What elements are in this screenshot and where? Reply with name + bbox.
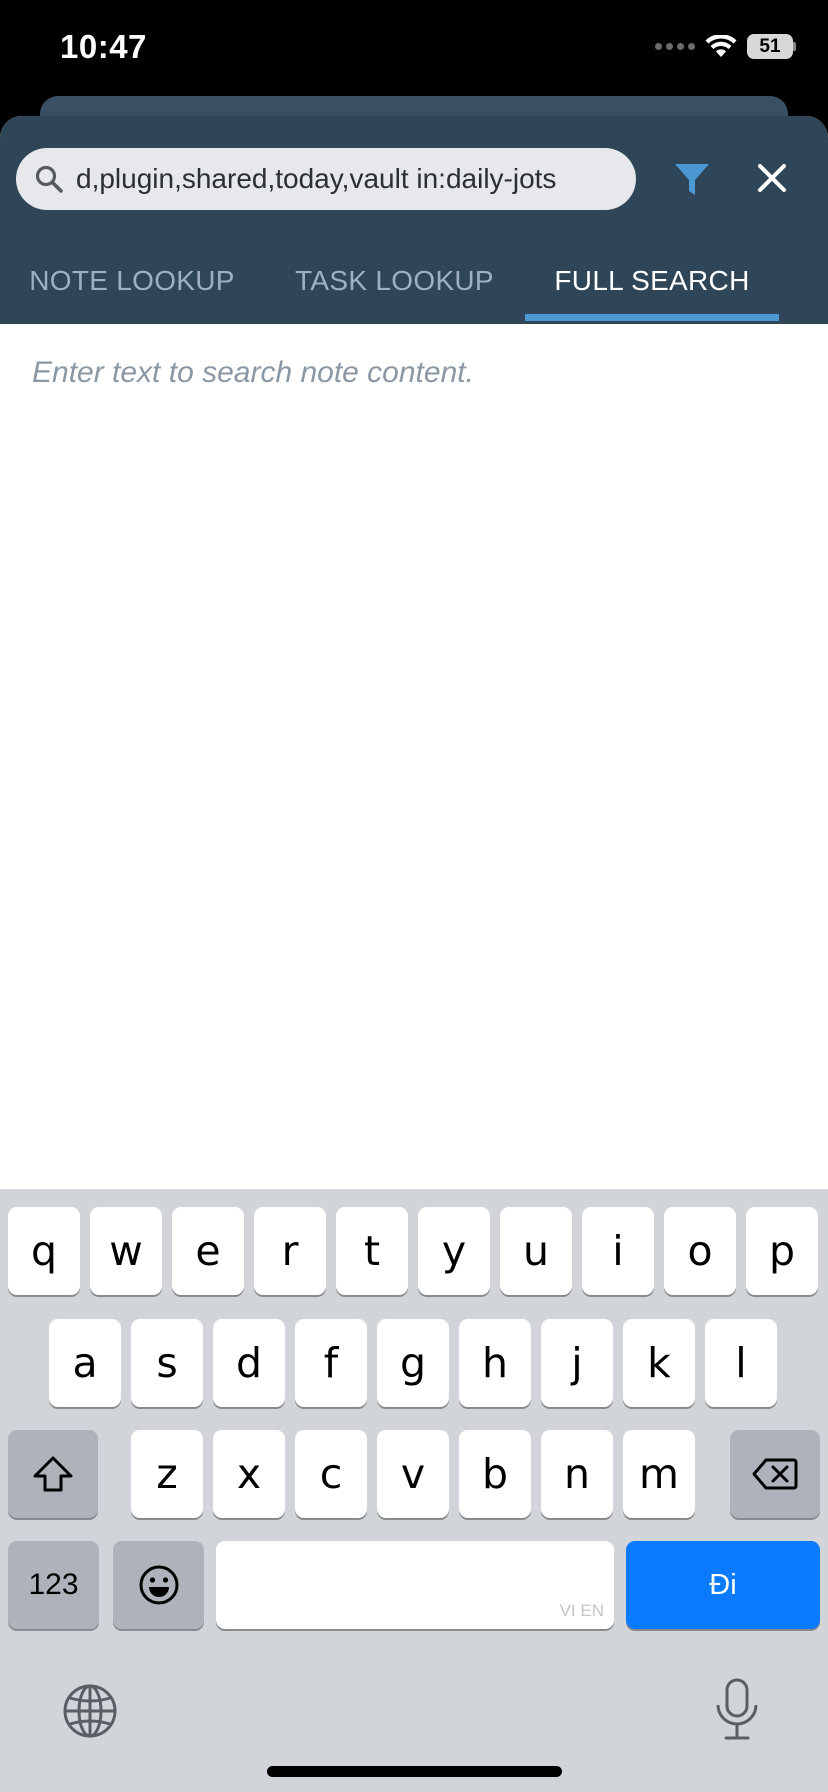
tab-full-search[interactable]: FULL SEARCH xyxy=(525,246,779,324)
search-header: d,plugin,shared,today,vault in:daily-jot… xyxy=(0,116,828,324)
key-l[interactable]: l xyxy=(705,1319,777,1407)
empty-state-message: Enter text to search note content. xyxy=(32,356,474,389)
space-language-hint: VI EN xyxy=(559,1601,604,1620)
key-z[interactable]: z xyxy=(131,1430,203,1518)
screen: 10:47 51 d,plugin,shared,today,vault in:… xyxy=(0,0,828,1792)
emoji-icon xyxy=(139,1565,178,1605)
search-input[interactable]: d,plugin,shared,today,vault in:daily-jot… xyxy=(16,148,636,210)
key-q[interactable]: q xyxy=(8,1207,80,1295)
key-y[interactable]: y xyxy=(418,1207,490,1295)
key-t[interactable]: t xyxy=(336,1207,408,1295)
home-indicator[interactable] xyxy=(267,1766,562,1777)
status-icons: 51 xyxy=(655,34,796,59)
key-r[interactable]: r xyxy=(254,1207,326,1295)
key-n[interactable]: n xyxy=(541,1430,613,1518)
search-icon xyxy=(35,165,63,193)
shift-icon xyxy=(33,1456,73,1492)
key-a[interactable]: a xyxy=(49,1319,121,1407)
return-key[interactable]: Đi xyxy=(626,1541,820,1629)
tab-bar: NOTE LOOKUP TASK LOOKUP FULL SEARCH xyxy=(0,246,828,324)
key-m[interactable]: m xyxy=(623,1430,695,1518)
backspace-icon xyxy=(752,1458,798,1490)
key-c[interactable]: c xyxy=(295,1430,367,1518)
key-i[interactable]: i xyxy=(582,1207,654,1295)
tab-task-lookup[interactable]: TASK LOOKUP xyxy=(264,246,525,324)
active-tab-indicator xyxy=(525,314,779,321)
key-u[interactable]: u xyxy=(500,1207,572,1295)
status-time: 10:47 xyxy=(60,28,147,65)
key-d[interactable]: d xyxy=(213,1319,285,1407)
key-x[interactable]: x xyxy=(213,1430,285,1518)
microphone-icon[interactable] xyxy=(712,1677,762,1743)
search-query[interactable]: d,plugin,shared,today,vault in:daily-jot… xyxy=(76,163,636,195)
key-o[interactable]: o xyxy=(664,1207,736,1295)
wifi-icon xyxy=(705,34,737,57)
keyboard: q w e r t y u i o p a s d f g h j k l z … xyxy=(0,1189,828,1792)
battery-icon: 51 xyxy=(747,34,793,59)
numbers-key[interactable]: 123 xyxy=(8,1541,99,1629)
globe-icon[interactable] xyxy=(62,1683,118,1739)
key-b[interactable]: b xyxy=(459,1430,531,1518)
key-g[interactable]: g xyxy=(377,1319,449,1407)
close-icon[interactable] xyxy=(752,158,792,198)
key-p[interactable]: p xyxy=(746,1207,818,1295)
key-j[interactable]: j xyxy=(541,1319,613,1407)
key-w[interactable]: w xyxy=(90,1207,162,1295)
emoji-key[interactable] xyxy=(113,1541,204,1629)
key-f[interactable]: f xyxy=(295,1319,367,1407)
key-k[interactable]: k xyxy=(623,1319,695,1407)
key-s[interactable]: s xyxy=(131,1319,203,1407)
space-key[interactable]: VI EN xyxy=(216,1541,614,1629)
tab-note-lookup[interactable]: NOTE LOOKUP xyxy=(0,246,264,324)
cellular-signal-icon xyxy=(655,43,695,50)
battery-tip xyxy=(793,42,796,51)
key-e[interactable]: e xyxy=(172,1207,244,1295)
backspace-key[interactable] xyxy=(730,1430,820,1518)
shift-key[interactable] xyxy=(8,1430,98,1518)
filter-icon[interactable] xyxy=(672,160,712,200)
key-v[interactable]: v xyxy=(377,1430,449,1518)
key-h[interactable]: h xyxy=(459,1319,531,1407)
